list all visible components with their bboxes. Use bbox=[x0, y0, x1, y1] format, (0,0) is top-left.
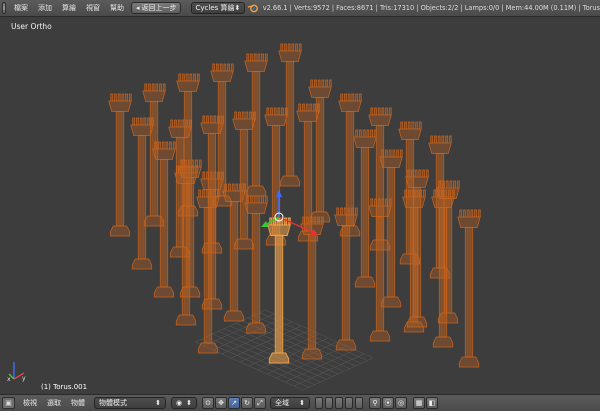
cube-icon[interactable]: ▣ bbox=[2, 397, 15, 409]
back-button[interactable]: ◂ 返回上一步 bbox=[130, 2, 182, 14]
blender-logo-icon bbox=[247, 2, 259, 14]
orientation-value: 全域 bbox=[275, 399, 289, 407]
orientation-select[interactable]: 全域 ⬍ bbox=[270, 397, 310, 409]
back-button-label: 返回上一步 bbox=[141, 4, 177, 12]
render-engine-value: Cycles 算繪 bbox=[195, 4, 235, 12]
svg-text:y: y bbox=[22, 375, 26, 382]
axis-widget: x y bbox=[7, 362, 26, 383]
column[interactable] bbox=[108, 93, 132, 237]
chevron-down-icon: ⬍ bbox=[299, 399, 305, 407]
snap-icon[interactable]: ⦿ bbox=[382, 397, 394, 409]
camera-icon[interactable]: ◧ bbox=[426, 397, 438, 409]
back-arrow-icon: ◂ bbox=[135, 4, 140, 12]
chevron-down-icon: ⬍ bbox=[234, 4, 241, 12]
menu-file[interactable]: 檔案 bbox=[9, 3, 33, 13]
column[interactable] bbox=[130, 117, 154, 270]
viewport-shading-select[interactable]: ◉ ⬍ bbox=[171, 397, 197, 409]
menu-view[interactable]: 檢視 bbox=[18, 398, 42, 408]
info-editor-icon[interactable]: i bbox=[2, 2, 6, 14]
shading-sphere-icon: ◉ bbox=[176, 399, 183, 407]
manipulator-icon[interactable]: ✥ bbox=[215, 397, 227, 409]
layers-icon[interactable] bbox=[315, 397, 364, 409]
render-icon[interactable]: ▦ bbox=[413, 397, 425, 409]
menu-window[interactable]: 視窗 bbox=[81, 3, 105, 13]
svg-text:x: x bbox=[7, 376, 11, 383]
translate-icon[interactable]: ↗ bbox=[228, 397, 240, 409]
mode-value: 物體模式 bbox=[99, 399, 127, 407]
menu-help[interactable]: 幫助 bbox=[105, 3, 129, 13]
chevron-down-icon: ⬍ bbox=[155, 399, 161, 407]
pivot-icon[interactable]: ⊙ bbox=[202, 397, 214, 409]
menu-select[interactable]: 選取 bbox=[42, 398, 66, 408]
view-label: User Ortho bbox=[11, 22, 52, 31]
menu-render[interactable]: 算繪 bbox=[57, 3, 81, 13]
menu-add[interactable]: 添加 bbox=[33, 3, 57, 13]
column[interactable] bbox=[308, 79, 332, 223]
column-array bbox=[108, 43, 481, 368]
scene-canvas[interactable]: x y bbox=[0, 17, 600, 394]
proportional-icon[interactable]: ◎ bbox=[395, 397, 407, 409]
lock-icon[interactable]: ⚲ bbox=[369, 397, 381, 409]
scale-icon[interactable]: ⤢ bbox=[254, 397, 266, 409]
mode-select[interactable]: 物體模式 ⬍ bbox=[94, 397, 166, 409]
rotate-icon[interactable]: ↻ bbox=[241, 397, 253, 409]
column[interactable] bbox=[244, 195, 268, 334]
scene-stats: v2.66.1 | Verts:9572 | Faces:8671 | Tris… bbox=[262, 4, 600, 12]
info-header: i 檔案 添加 算繪 視窗 幫助 ◂ 返回上一步 Cycles 算繪 ⬍ v2.… bbox=[0, 0, 600, 17]
chevron-down-icon: ⬍ bbox=[186, 399, 192, 407]
3d-viewport[interactable]: x y User Ortho (1) Torus.001 bbox=[0, 17, 600, 394]
menu-object[interactable]: 物體 bbox=[66, 398, 90, 408]
column[interactable] bbox=[457, 209, 481, 368]
render-engine-select[interactable]: Cycles 算繪 ⬍ bbox=[190, 2, 246, 14]
3d-view-header: ▣ 檢視 選取 物體 物體模式 ⬍ ◉ ⬍ ⊙ ✥ ↗ ↻ ⤢ 全域 ⬍ ⚲ ⦿… bbox=[0, 394, 600, 411]
active-object-label: (1) Torus.001 bbox=[41, 383, 88, 391]
